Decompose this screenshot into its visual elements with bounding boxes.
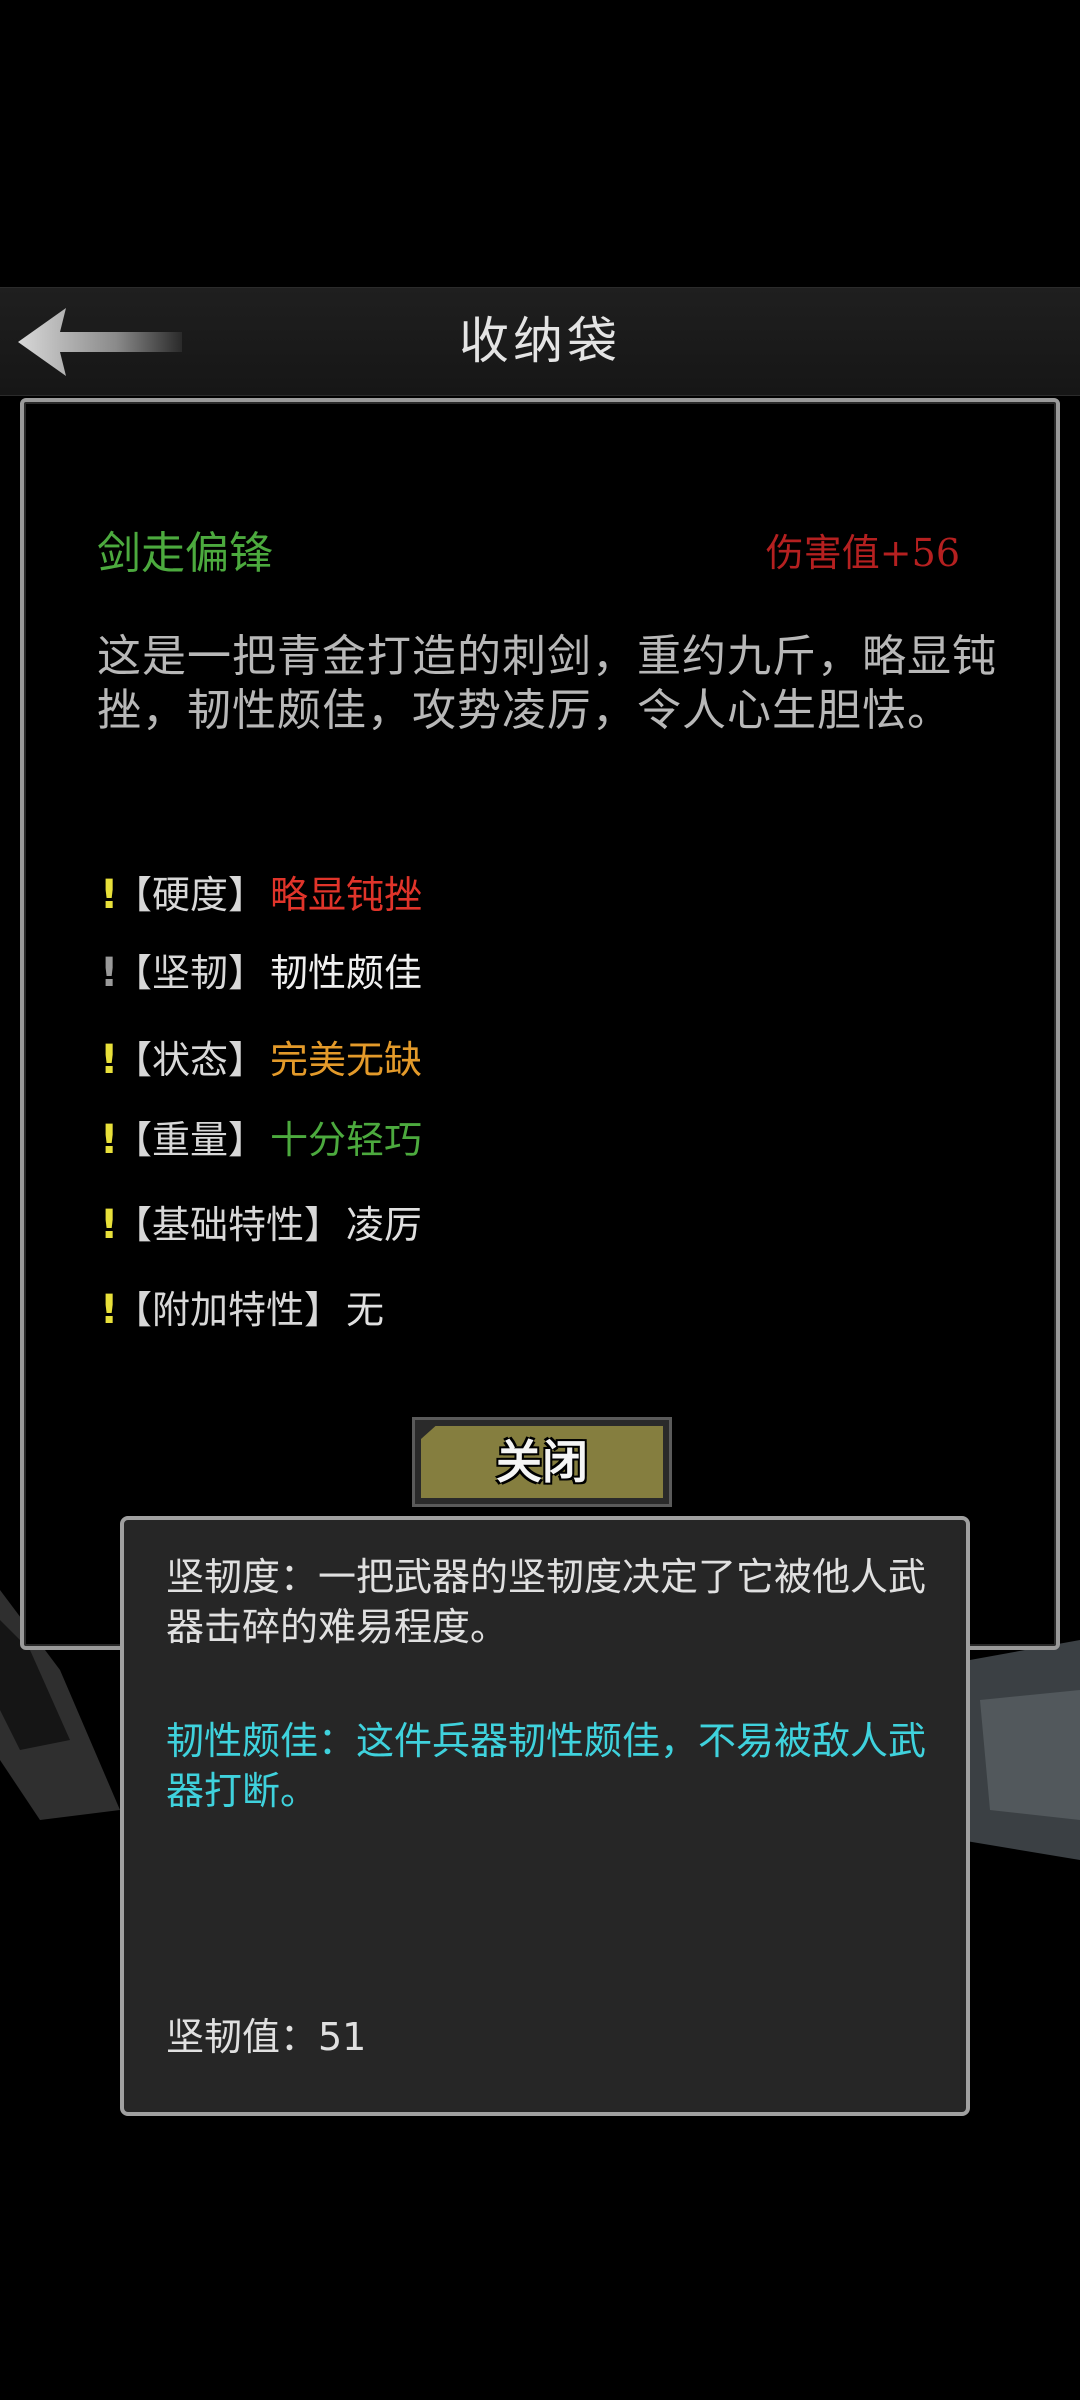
item-description: 这是一把青金打造的刺剑，重约九斤，略显钝挫，韧性颇佳，攻势凌厉，令人心生胆怯。 <box>97 631 997 736</box>
attribute-label: 【硬度】 <box>114 873 267 917</box>
item-detail-panel: 剑走偏锋 伤害值+56 这是一把青金打造的刺剑，重约九斤，略显钝挫，韧性颇佳，攻… <box>20 398 1060 1650</box>
tooltip-definition: 坚韧度：一把武器的坚韧度决定了它被他人武器击碎的难易程度。 <box>166 1555 927 1649</box>
attribute-label: 【附加特性】 <box>114 1288 343 1332</box>
attribute-toughness[interactable]: !【坚韧】 韧性颇佳 <box>100 945 422 1001</box>
tooltip-detail: 韧性颇佳：这件兵器韧性颇佳，不易被敌人武器打断。 <box>166 1719 927 1813</box>
item-name: 剑走偏锋 <box>97 528 273 579</box>
attribute-condition[interactable]: !【状态】 完美无缺 <box>100 1032 422 1088</box>
attribute-extra-trait[interactable]: !【附加特性】无 <box>100 1282 384 1338</box>
alert-icon: ! <box>100 1202 119 1248</box>
close-button[interactable]: 关闭 <box>412 1417 672 1507</box>
attribute-hardness[interactable]: !【硬度】 略显钝挫 <box>100 867 422 923</box>
attribute-label: 【重量】 <box>114 1118 267 1162</box>
attribute-weight[interactable]: !【重量】 十分轻巧 <box>100 1112 422 1168</box>
attribute-value: 十分轻巧 <box>270 1118 423 1162</box>
tooltip-value: 坚韧值：51 <box>166 2015 367 2059</box>
attribute-value: 韧性颇佳 <box>270 951 423 995</box>
alert-icon: ! <box>100 872 119 918</box>
top-bar: 收纳袋 <box>0 287 1080 396</box>
attribute-base-trait[interactable]: !【基础特性】 凌厉 <box>100 1197 422 1253</box>
attribute-tooltip: 坚韧度：一把武器的坚韧度决定了它被他人武器击碎的难易程度。 韧性颇佳：这件兵器韧… <box>120 1516 970 2116</box>
close-button-label: 关闭 <box>496 1435 588 1489</box>
alert-icon: ! <box>100 1037 119 1083</box>
page-title: 收纳袋 <box>459 312 621 370</box>
attribute-value: 无 <box>346 1288 385 1332</box>
attribute-label: 【状态】 <box>114 1038 267 1082</box>
attribute-value: 完美无缺 <box>270 1038 423 1082</box>
attribute-value: 凌厉 <box>346 1203 423 1247</box>
attribute-label: 【基础特性】 <box>114 1203 343 1247</box>
alert-icon: ! <box>100 1287 119 1333</box>
damage-value: 伤害值+56 <box>765 531 960 575</box>
alert-icon: ! <box>100 950 119 996</box>
attribute-label: 【坚韧】 <box>114 951 267 995</box>
alert-icon: ! <box>100 1117 119 1163</box>
attribute-value: 略显钝挫 <box>270 873 423 917</box>
